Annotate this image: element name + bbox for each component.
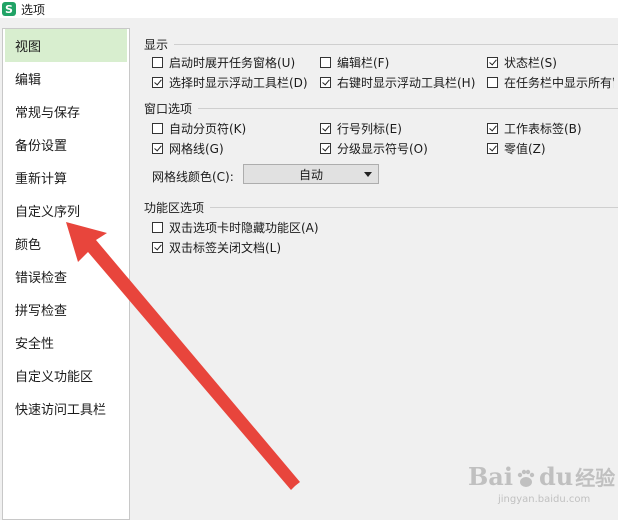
watermark-brand: Bai bbox=[468, 462, 513, 491]
gridline-color-label: 网格线颜色(C): bbox=[152, 170, 234, 184]
sidebar-item-view[interactable]: 视图 bbox=[5, 29, 127, 62]
app-logo-icon: S bbox=[2, 2, 16, 16]
checkbox[interactable] bbox=[487, 77, 498, 88]
options-sidebar: 视图 编辑 常规与保存 备份设置 重新计算 自定义序列 颜色 错误检查 拼写检查… bbox=[2, 28, 130, 520]
sidebar-item-label: 快速访问工具栏 bbox=[15, 403, 107, 418]
option-label: 双击选项卡时隐藏功能区(A) bbox=[169, 221, 319, 235]
option-label: 启动时展开任务窗格(U) bbox=[169, 56, 296, 70]
checkbox[interactable] bbox=[487, 57, 498, 68]
option-select-floating-toolbar[interactable]: 选择时显示浮动工具栏(D) bbox=[152, 74, 308, 91]
section-divider bbox=[198, 108, 618, 109]
section-title-window-options: 窗口选项 bbox=[144, 102, 193, 116]
sidebar-item-label: 颜色 bbox=[15, 238, 42, 253]
checkbox[interactable] bbox=[320, 77, 331, 88]
paw-icon bbox=[515, 466, 537, 488]
option-label: 右键时显示浮动工具栏(H) bbox=[337, 76, 476, 90]
option-status-bar[interactable]: 状态栏(S) bbox=[487, 54, 557, 71]
sidebar-item-custom-ribbon[interactable]: 自定义功能区 bbox=[3, 359, 129, 392]
sidebar-item-recalculate[interactable]: 重新计算 bbox=[3, 161, 129, 194]
sidebar-item-security[interactable]: 安全性 bbox=[3, 326, 129, 359]
sidebar-item-label: 视图 bbox=[15, 40, 42, 55]
option-label: 状态栏(S) bbox=[504, 56, 557, 70]
checkbox[interactable] bbox=[320, 123, 331, 134]
options-dialog: 视图 编辑 常规与保存 备份设置 重新计算 自定义序列 颜色 错误检查 拼写检查… bbox=[0, 18, 618, 520]
option-label: 选择时显示浮动工具栏(D) bbox=[169, 76, 308, 90]
option-label: 分级显示符号(O) bbox=[337, 142, 428, 156]
section-divider bbox=[174, 44, 618, 45]
option-label: 编辑栏(F) bbox=[337, 56, 390, 70]
watermark-brand-end: du bbox=[538, 462, 574, 491]
watermark: Bai du 经验 jingyan.baidu.com bbox=[468, 462, 618, 516]
sidebar-item-label: 自定义功能区 bbox=[15, 370, 94, 385]
gridline-color-select[interactable]: 自动 bbox=[243, 164, 379, 184]
option-auto-page-break[interactable]: 自动分页符(K) bbox=[152, 120, 246, 137]
section-title-display: 显示 bbox=[144, 38, 169, 52]
option-label: 网格线(G) bbox=[169, 142, 224, 156]
option-expand-task-pane[interactable]: 启动时展开任务窗格(U) bbox=[152, 54, 295, 71]
sidebar-item-quick-access[interactable]: 快速访问工具栏 bbox=[3, 392, 129, 425]
checkbox[interactable] bbox=[152, 222, 163, 233]
sidebar-item-label: 安全性 bbox=[15, 337, 55, 352]
sidebar-item-error-check[interactable]: 错误检查 bbox=[3, 260, 129, 293]
option-label: 双击标签关闭文档(L) bbox=[169, 241, 282, 255]
sidebar-item-custom-lists[interactable]: 自定义序列 bbox=[3, 194, 129, 227]
section-title-ribbon-options: 功能区选项 bbox=[144, 201, 205, 215]
option-label: 在任务栏中显示所有窗 bbox=[504, 76, 614, 90]
option-label: 工作表标签(B) bbox=[504, 122, 582, 136]
sidebar-item-spell-check[interactable]: 拼写检查 bbox=[3, 293, 129, 326]
option-dblclick-hide-ribbon[interactable]: 双击选项卡时隐藏功能区(A) bbox=[152, 219, 319, 236]
option-rightclick-floating-toolbar[interactable]: 右键时显示浮动工具栏(H) bbox=[320, 74, 475, 91]
option-label: 零值(Z) bbox=[504, 142, 546, 156]
option-gridlines[interactable]: 网格线(G) bbox=[152, 140, 224, 157]
chevron-down-icon bbox=[364, 172, 372, 177]
checkbox[interactable] bbox=[320, 57, 331, 68]
sidebar-item-color[interactable]: 颜色 bbox=[3, 227, 129, 260]
checkbox[interactable] bbox=[320, 143, 331, 154]
sidebar-item-label: 自定义序列 bbox=[15, 205, 81, 220]
gridline-color-value: 自动 bbox=[298, 167, 323, 182]
checkbox[interactable] bbox=[487, 143, 498, 154]
section-divider bbox=[210, 207, 618, 208]
checkbox[interactable] bbox=[152, 123, 163, 134]
option-outline-symbols[interactable]: 分级显示符号(O) bbox=[320, 140, 428, 157]
watermark-url: jingyan.baidu.com bbox=[498, 494, 591, 505]
option-taskbar-all-windows[interactable]: 在任务栏中显示所有窗 bbox=[487, 74, 614, 91]
option-sheet-tabs[interactable]: 工作表标签(B) bbox=[487, 120, 582, 137]
section-ribbon-options: 功能区选项 bbox=[144, 199, 204, 216]
option-label: 自动分页符(K) bbox=[169, 122, 247, 136]
sidebar-item-label: 常规与保存 bbox=[15, 106, 81, 121]
option-formula-bar[interactable]: 编辑栏(F) bbox=[320, 54, 389, 71]
checkbox[interactable] bbox=[152, 143, 163, 154]
option-label: 行号列标(E) bbox=[337, 122, 402, 136]
title-bar: S 选项 bbox=[0, 0, 618, 18]
checkbox[interactable] bbox=[487, 123, 498, 134]
checkbox[interactable] bbox=[152, 77, 163, 88]
sidebar-item-label: 编辑 bbox=[15, 73, 42, 88]
option-row-col-headers[interactable]: 行号列标(E) bbox=[320, 120, 402, 137]
sidebar-item-label: 错误检查 bbox=[15, 271, 68, 286]
watermark-logo: Bai du 经验 bbox=[468, 462, 615, 491]
sidebar-item-label: 备份设置 bbox=[15, 139, 68, 154]
sidebar-item-label: 重新计算 bbox=[15, 172, 68, 187]
option-zero-values[interactable]: 零值(Z) bbox=[487, 140, 546, 157]
sidebar-item-backup[interactable]: 备份设置 bbox=[3, 128, 129, 161]
watermark-cn: 经验 bbox=[575, 466, 616, 490]
section-window-options: 窗口选项 bbox=[144, 100, 192, 117]
sidebar-item-general-save[interactable]: 常规与保存 bbox=[3, 95, 129, 128]
options-content: 显示 启动时展开任务窗格(U) 编辑栏(F) 状态栏(S) 选择时显示浮动工具栏… bbox=[138, 36, 618, 520]
window-title: 选项 bbox=[21, 2, 46, 17]
checkbox[interactable] bbox=[152, 242, 163, 253]
sidebar-item-label: 拼写检查 bbox=[15, 304, 68, 319]
option-dblclick-close-doc[interactable]: 双击标签关闭文档(L) bbox=[152, 239, 281, 256]
sidebar-item-edit[interactable]: 编辑 bbox=[3, 62, 129, 95]
checkbox[interactable] bbox=[152, 57, 163, 68]
section-display: 显示 bbox=[144, 36, 168, 53]
